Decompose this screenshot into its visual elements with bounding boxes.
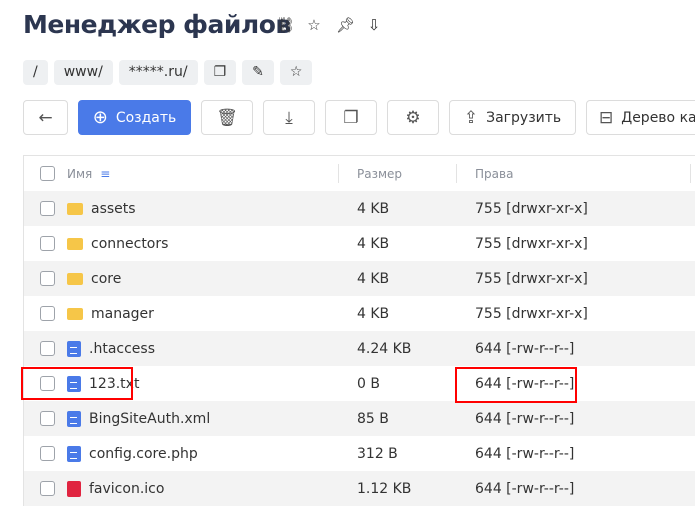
gear-icon: ⚙ xyxy=(405,107,421,128)
link-icon[interactable]: ⛓ xyxy=(276,17,295,33)
column-perms[interactable]: Права xyxy=(465,167,513,181)
row-checkbox[interactable] xyxy=(40,341,55,356)
file-perms[interactable]: 644 [-rw-r--r--] xyxy=(465,481,574,497)
pencil-icon[interactable]: ✎ xyxy=(242,60,274,85)
upload-icon: ⇪ xyxy=(463,107,479,128)
file-size: 4 KB xyxy=(357,305,390,322)
file-perms[interactable]: 644 [-rw-r--r--] xyxy=(465,446,574,462)
table-header: Имя ≡ Размер Права xyxy=(24,156,695,191)
file-perms[interactable]: 755 [drwxr-xr-x] xyxy=(465,236,588,252)
table-row[interactable]: assets 4 KB 755 [drwxr-xr-x] xyxy=(24,191,695,226)
file-name[interactable]: core xyxy=(91,271,121,287)
file-perms[interactable]: 644 [-rw-r--r--] xyxy=(465,411,574,427)
upload-label: Загрузить xyxy=(486,109,562,126)
file-perms[interactable]: 755 [drwxr-xr-x] xyxy=(465,306,588,322)
copy-icon: ❐ xyxy=(343,107,359,128)
file-size: 4.24 KB xyxy=(357,340,412,357)
file-name[interactable]: connectors xyxy=(91,236,168,252)
file-name[interactable]: manager xyxy=(91,306,154,322)
row-checkbox[interactable] xyxy=(40,446,55,461)
delete-button[interactable]: 🗑︎ xyxy=(201,100,253,135)
file-name[interactable]: config.core.php xyxy=(89,446,198,462)
table-row[interactable]: favicon.ico 1.12 KB 644 [-rw-r--r--] xyxy=(24,471,695,506)
table-row[interactable]: .htaccess 4.24 KB 644 [-rw-r--r--] xyxy=(24,331,695,366)
tree-label: Дерево ка xyxy=(621,109,695,126)
copy-button[interactable]: ❐ xyxy=(325,100,377,135)
file-size: 85 B xyxy=(357,410,389,427)
upload-button[interactable]: ⇪ Загрузить xyxy=(449,100,576,135)
page-title: Менеджер файлов xyxy=(23,10,291,39)
create-label: Создать xyxy=(115,109,177,126)
table-row[interactable]: core 4 KB 755 [drwxr-xr-x] xyxy=(24,261,695,296)
file-size: 1.12 KB xyxy=(357,480,412,497)
folder-icon xyxy=(67,202,83,215)
plus-circle-icon: ⊕ xyxy=(92,107,108,128)
image-file-icon xyxy=(67,480,81,497)
row-checkbox[interactable] xyxy=(40,271,55,286)
table-row[interactable]: connectors 4 KB 755 [drwxr-xr-x] xyxy=(24,226,695,261)
arrow-left-icon: ← xyxy=(38,107,53,128)
copy-icon[interactable]: ❐ xyxy=(203,60,237,85)
file-name[interactable]: favicon.ico xyxy=(89,481,164,497)
table-row[interactable]: BingSiteAuth.xml 85 B 644 [-rw-r--r--] xyxy=(24,401,695,436)
document-icon xyxy=(67,340,81,357)
folder-icon xyxy=(67,237,83,250)
row-checkbox[interactable] xyxy=(40,236,55,251)
folder-star-icon[interactable]: ☆ xyxy=(279,60,313,85)
highlight-filename xyxy=(21,367,133,400)
folder-icon xyxy=(67,272,83,285)
folder-icon xyxy=(67,307,83,320)
file-size: 4 KB xyxy=(357,270,390,287)
file-table: Имя ≡ Размер Права assets 4 KB 755 [drwxr… xyxy=(23,155,695,506)
select-all-checkbox[interactable] xyxy=(40,166,55,181)
column-size[interactable]: Размер xyxy=(347,167,465,181)
table-row[interactable]: config.core.php 312 B 644 [-rw-r--r--] xyxy=(24,436,695,471)
download-icon: ⤓ xyxy=(285,107,293,128)
file-name[interactable]: BingSiteAuth.xml xyxy=(89,411,210,427)
file-perms[interactable]: 755 [drwxr-xr-x] xyxy=(465,201,588,217)
file-perms[interactable]: 755 [drwxr-xr-x] xyxy=(465,271,588,287)
tree-icon: ⊟ xyxy=(599,107,614,128)
pin-icon[interactable]: 📌︎ xyxy=(336,17,355,33)
file-name[interactable]: .htaccess xyxy=(89,341,155,357)
highlight-perms xyxy=(455,367,577,403)
row-checkbox[interactable] xyxy=(40,306,55,321)
trash-icon: 🗑︎ xyxy=(216,107,238,128)
download-button[interactable]: ⤓ xyxy=(263,100,315,135)
file-size: 312 B xyxy=(357,445,398,462)
table-row[interactable]: manager 4 KB 755 [drwxr-xr-x] xyxy=(24,296,695,331)
file-size: 4 KB xyxy=(357,235,390,252)
settings-button[interactable]: ⚙ xyxy=(387,100,439,135)
file-size: 4 KB xyxy=(357,200,390,217)
star-icon[interactable]: ☆ xyxy=(306,17,322,33)
tree-button[interactable]: ⊟ Дерево ка xyxy=(586,100,695,135)
row-checkbox[interactable] xyxy=(40,201,55,216)
breadcrumb-www[interactable]: www/ xyxy=(53,60,113,85)
file-perms[interactable]: 644 [-rw-r--r--] xyxy=(465,341,574,357)
document-icon xyxy=(67,410,81,427)
sort-icon[interactable]: ≡ xyxy=(100,167,110,181)
breadcrumb: / www/ *****.ru/ ❐ ✎ ☆ xyxy=(23,60,313,85)
column-name[interactable]: Имя ≡ xyxy=(67,167,347,181)
row-checkbox[interactable] xyxy=(40,411,55,426)
file-size: 0 B xyxy=(357,375,380,392)
column-name-label: Имя xyxy=(67,166,93,181)
breadcrumb-root[interactable]: / xyxy=(23,60,48,85)
back-button[interactable]: ← xyxy=(23,100,68,135)
download-doc-icon[interactable]: ⇩ xyxy=(366,17,382,33)
create-button[interactable]: ⊕ Создать xyxy=(78,100,191,135)
row-checkbox[interactable] xyxy=(40,481,55,496)
file-name[interactable]: assets xyxy=(91,201,136,217)
document-icon xyxy=(67,445,81,462)
breadcrumb-site[interactable]: *****.ru/ xyxy=(118,60,198,85)
